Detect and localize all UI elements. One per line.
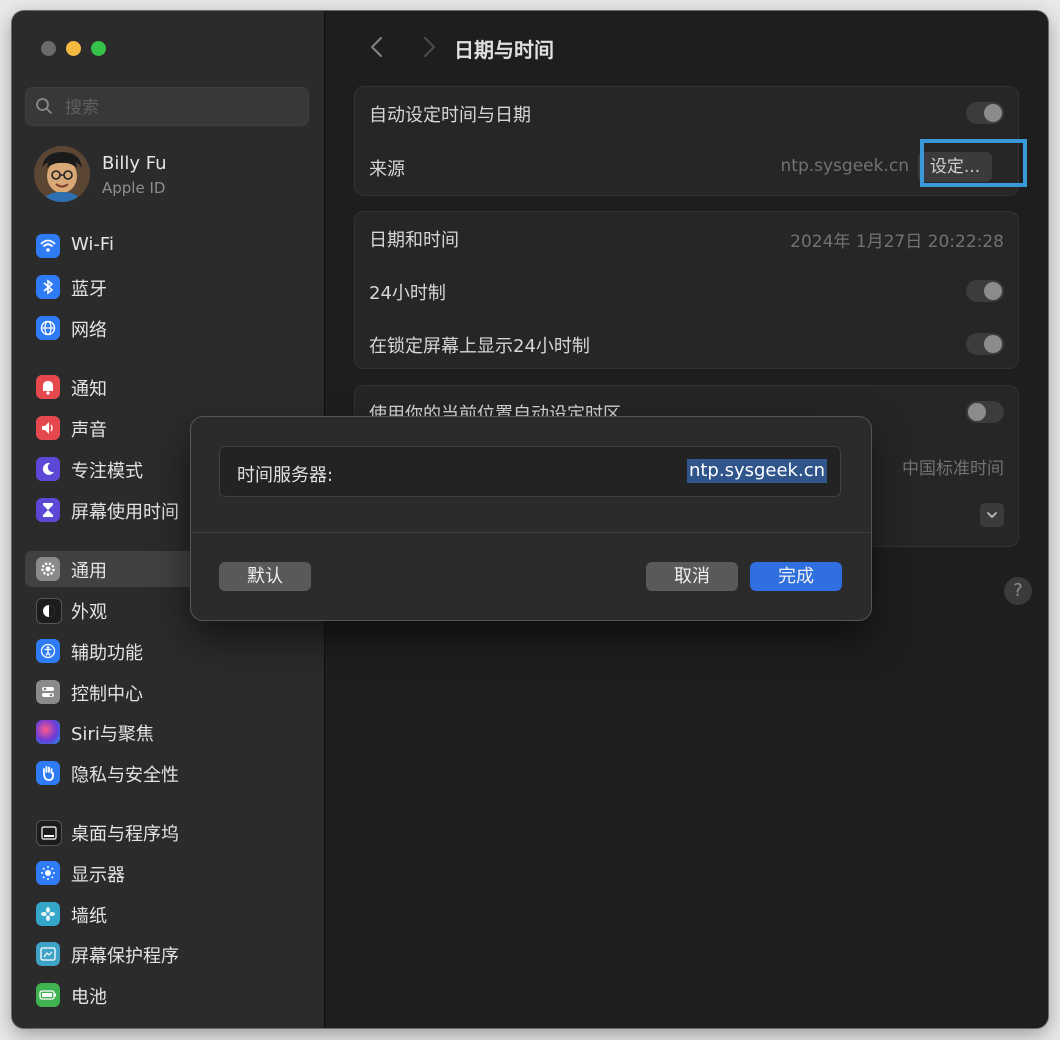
sidebar-item-label: 辅助功能 [71, 643, 143, 664]
sidebar-item-label: 桌面与程序坞 [71, 824, 179, 845]
siri-icon [36, 720, 60, 744]
sidebar-item-label: 通用 [71, 561, 107, 582]
timezone-value: 中国标准时间 [902, 459, 1004, 479]
toggle-knob [984, 104, 1002, 122]
hourglass-icon [36, 498, 60, 522]
toggle-knob [984, 282, 1002, 300]
auto-timezone-toggle[interactable] [966, 401, 1004, 423]
hour24-label: 24小时制 [369, 283, 446, 304]
date-time-group: 日期和时间 2024年 1月27日 20:22:28 24小时制 在锁定屏幕上显… [354, 211, 1019, 369]
sidebar-item-control-center[interactable]: 控制中心 [25, 674, 313, 710]
sidebar-item-notifications[interactable]: 通知 [25, 369, 313, 405]
speaker-icon [36, 416, 60, 440]
time-server-label: 时间服务器: [237, 465, 334, 486]
forward-arrow-icon[interactable] [415, 34, 441, 60]
source-label: 来源 [369, 159, 405, 180]
sidebar-item-privacy[interactable]: 隐私与安全性 [25, 755, 313, 791]
wifi-icon [36, 234, 60, 258]
sidebar-item-desktop-dock[interactable]: 桌面与程序坞 [25, 814, 313, 850]
sidebar-item-screen-saver[interactable]: 屏幕保护程序 [25, 936, 313, 972]
bluetooth-icon [36, 275, 60, 299]
sidebar-item-battery[interactable]: 电池 [25, 977, 313, 1013]
sidebar-item-label: 控制中心 [71, 684, 143, 705]
sidebar-item-label: 显示器 [71, 865, 125, 886]
profile-name: Billy Fu [102, 153, 167, 174]
sidebar-item-label: 通知 [71, 379, 107, 400]
minimize-window-button[interactable] [66, 41, 81, 56]
date-time-value: 2024年 1月27日 20:22:28 [790, 232, 1004, 252]
sidebar-item-label: 隐私与安全性 [71, 765, 179, 786]
screensaver-icon [36, 942, 60, 966]
avatar [34, 146, 90, 202]
sidebar-item-label: Siri与聚焦 [71, 724, 154, 745]
back-arrow-icon[interactable] [365, 34, 391, 60]
accessibility-icon [36, 639, 60, 663]
default-button[interactable]: 默认 [219, 562, 311, 591]
sidebar-item-accessibility[interactable]: 辅助功能 [25, 633, 313, 669]
toolbar: 日期与时间 [325, 11, 1048, 85]
hour24-row: 24小时制 [354, 264, 1019, 318]
settings-window: Billy Fu Apple ID Wi-Fi 蓝牙 网络 通 [12, 11, 1048, 1028]
moon-icon [36, 457, 60, 481]
dock-icon [36, 820, 62, 846]
sidebar-item-network[interactable]: 网络 [25, 310, 313, 346]
switches-icon [36, 680, 60, 704]
sun-icon [36, 861, 60, 885]
sidebar-item-label: 网络 [71, 320, 107, 341]
source-value: ntp.sysgeek.cn [780, 156, 910, 176]
sidebar-item-label: 专注模式 [71, 461, 143, 482]
sidebar-item-wifi[interactable]: Wi-Fi [25, 228, 313, 264]
auto-time-row: 自动设定时间与日期 [354, 86, 1019, 140]
hour24-toggle[interactable] [966, 280, 1004, 302]
set-button-highlight [920, 139, 1027, 187]
battery-icon [36, 983, 60, 1007]
time-server-input[interactable]: ntp.sysgeek.cn [686, 459, 827, 483]
profile-subtitle: Apple ID [102, 179, 166, 197]
auto-time-label: 自动设定时间与日期 [369, 105, 531, 126]
help-button[interactable]: ? [1004, 577, 1032, 605]
sidebar-item-label: 声音 [71, 420, 107, 441]
zoom-window-button[interactable] [91, 41, 106, 56]
apple-id-profile[interactable]: Billy Fu Apple ID [34, 146, 304, 204]
city-popup-button[interactable] [980, 503, 1004, 527]
done-button[interactable]: 完成 [750, 562, 842, 591]
close-window-button[interactable] [41, 41, 56, 56]
sidebar-item-label: 外观 [71, 602, 107, 623]
dialog-divider [191, 532, 871, 533]
chevron-down-icon [987, 512, 997, 518]
sidebar-item-siri[interactable]: Siri与聚焦 [25, 714, 313, 750]
time-server-dialog: 时间服务器: ntp.sysgeek.cn 默认 取消 完成 [191, 417, 871, 620]
time-server-field[interactable]: 时间服务器: ntp.sysgeek.cn [219, 446, 841, 497]
sidebar-item-label: Wi-Fi [71, 234, 114, 255]
sidebar-item-label: 墙纸 [71, 906, 107, 927]
sidebar-item-label: 屏幕保护程序 [71, 946, 179, 967]
bell-icon [36, 375, 60, 399]
hand-icon [36, 761, 60, 785]
toggle-knob [968, 403, 986, 421]
search-field[interactable] [25, 87, 309, 126]
search-icon [36, 98, 52, 114]
sidebar-item-bluetooth[interactable]: 蓝牙 [25, 269, 313, 305]
toggle-knob [984, 335, 1002, 353]
gear-icon [36, 557, 60, 581]
window-controls [41, 41, 106, 56]
lock-screen-24h-toggle[interactable] [966, 333, 1004, 355]
sidebar-item-wallpaper[interactable]: 墙纸 [25, 896, 313, 932]
date-time-row: 日期和时间 2024年 1月27日 20:22:28 [354, 211, 1019, 265]
appearance-icon [36, 598, 62, 624]
search-input[interactable] [63, 94, 297, 121]
page-title: 日期与时间 [454, 38, 554, 62]
sidebar-item-label: 电池 [71, 987, 107, 1008]
lock-screen-24h-row: 在锁定屏幕上显示24小时制 [354, 317, 1019, 371]
flower-icon [36, 902, 60, 926]
sidebar-item-label: 蓝牙 [71, 279, 107, 300]
lock-screen-24h-label: 在锁定屏幕上显示24小时制 [369, 336, 590, 357]
sidebar-item-displays[interactable]: 显示器 [25, 855, 313, 891]
date-time-label: 日期和时间 [369, 230, 459, 251]
cancel-button[interactable]: 取消 [646, 562, 738, 591]
globe-icon [36, 316, 60, 340]
sidebar-item-label: 屏幕使用时间 [71, 502, 179, 523]
auto-time-toggle[interactable] [966, 102, 1004, 124]
